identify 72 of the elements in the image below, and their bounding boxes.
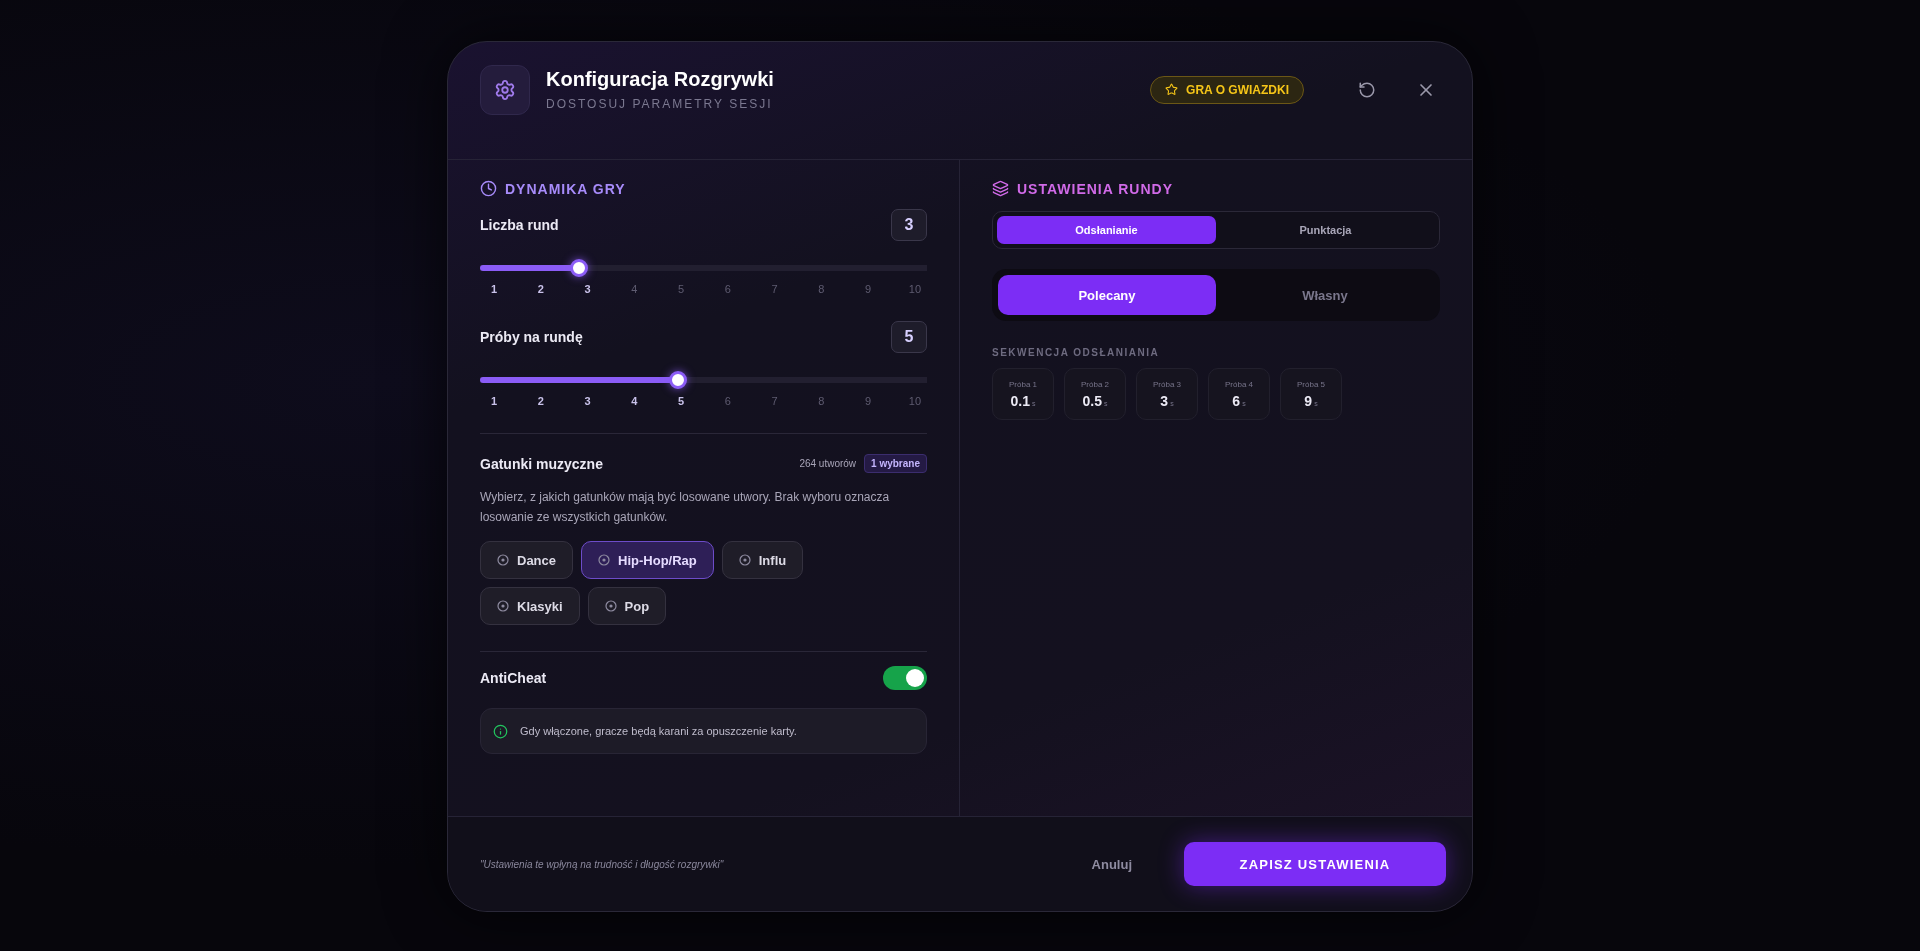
genre-chip[interactable]: Hip-Hop/Rap <box>581 541 714 579</box>
section-heading: DYNAMIKA GRY <box>505 180 626 197</box>
sequence-label: SEKWENCJA ODSŁANIANIA <box>992 347 1161 358</box>
tick-label: 1 <box>489 283 499 295</box>
cancel-button[interactable]: Anuluj <box>1075 846 1148 882</box>
genre-chip[interactable]: Pop <box>587 587 667 625</box>
genres-title: Gatunki muzyczne <box>480 455 603 472</box>
attempt-time: 3 <box>1160 392 1169 409</box>
tick-label: 2 <box>536 283 545 295</box>
tick-label: 3 <box>583 283 592 295</box>
tick-label: 2 <box>536 395 545 407</box>
tick-label: 3 <box>583 395 592 407</box>
tick-label: 7 <box>770 283 779 295</box>
tick-label: 10 <box>907 283 922 295</box>
tick-label: 4 <box>630 395 639 407</box>
tick-label: 10 <box>907 395 922 407</box>
track-count: 264 utworów <box>799 458 857 469</box>
footer-note: "Ustawienia te wpłyną na trudność i długość rozgrywki" <box>480 858 725 870</box>
tick-label: 4 <box>630 283 639 295</box>
info-icon <box>493 723 508 739</box>
radio-dot-icon <box>497 554 509 566</box>
genre-chip[interactable]: Klasyki <box>480 587 580 625</box>
attempt-label: Próba 1 <box>1009 379 1037 389</box>
radio-dot-icon <box>497 600 509 612</box>
attempt-label: Próba 4 <box>1225 379 1253 389</box>
tick-label: 5 <box>677 283 686 295</box>
settings-icon <box>480 64 530 115</box>
clock-icon <box>480 180 497 197</box>
radio-dot-icon <box>604 600 617 612</box>
genres-description: Wybierz, z jakich gatunków mają być losowane utwory. Brak wyboru oznacza losowanie ze wszystkich gatunków. <box>480 489 891 526</box>
tick-label: 5 <box>677 395 686 407</box>
tick-label: 6 <box>723 395 732 407</box>
tick-label: 9 <box>864 283 873 295</box>
tick-label: 1 <box>489 395 499 407</box>
tick-label: 9 <box>864 395 873 407</box>
attempt-label: Próba 2 <box>1081 379 1109 389</box>
layers-icon <box>992 180 1009 197</box>
slider-label: Liczba rund <box>480 217 559 233</box>
selected-count-badge: 1 wybrane <box>864 454 927 473</box>
tick-label: 8 <box>817 395 826 407</box>
slider-thumb[interactable] <box>669 371 688 389</box>
genre-chip[interactable]: Influ <box>721 541 804 579</box>
section-heading: USTAWIENIA RUNDY <box>1017 180 1173 197</box>
radio-dot-icon <box>738 554 751 566</box>
attempt-label: Próba 5 <box>1297 379 1325 389</box>
radio-dot-icon <box>598 554 611 566</box>
tick-label: 8 <box>817 283 826 295</box>
attempt-time: 0.5 <box>1082 392 1102 409</box>
slider-label: Próby na rundę <box>480 329 583 345</box>
genre-chip[interactable]: Dance <box>480 541 574 579</box>
star-icon <box>1165 83 1179 96</box>
anticheat-toggle[interactable] <box>883 666 927 690</box>
attempt-time: 9 <box>1304 392 1313 409</box>
tick-label: 6 <box>723 283 732 295</box>
save-button[interactable]: ZAPISZ USTAWIENIA <box>1184 842 1446 886</box>
mode-option[interactable]: Polecany <box>998 275 1216 315</box>
anticheat-label: AntiCheat <box>480 670 547 686</box>
slider-value: 5 <box>891 321 927 353</box>
tab[interactable]: Odsłanianie <box>997 216 1216 244</box>
dialog-title: Konfiguracja Rozgrywki <box>546 68 775 91</box>
info-text: Gdy włączone, gracze będą karani za opuszczenie karty. <box>520 725 797 737</box>
attempt-time: 0.1 <box>1010 392 1030 409</box>
badge-label: GRA O GWIAZDKI <box>1186 82 1289 97</box>
slider-value: 3 <box>891 209 927 241</box>
tab[interactable]: Punktacja <box>1216 216 1435 244</box>
attempt-label: Próba 3 <box>1153 379 1181 389</box>
attempt-time: 6 <box>1232 392 1241 409</box>
tick-label: 7 <box>770 395 779 407</box>
slider-thumb[interactable] <box>570 259 589 277</box>
reset-icon <box>1358 80 1376 99</box>
dialog-subtitle: DOSTOSUJ PARAMETRY SESJI <box>546 97 774 111</box>
mode-option[interactable]: Własny <box>1216 275 1434 315</box>
